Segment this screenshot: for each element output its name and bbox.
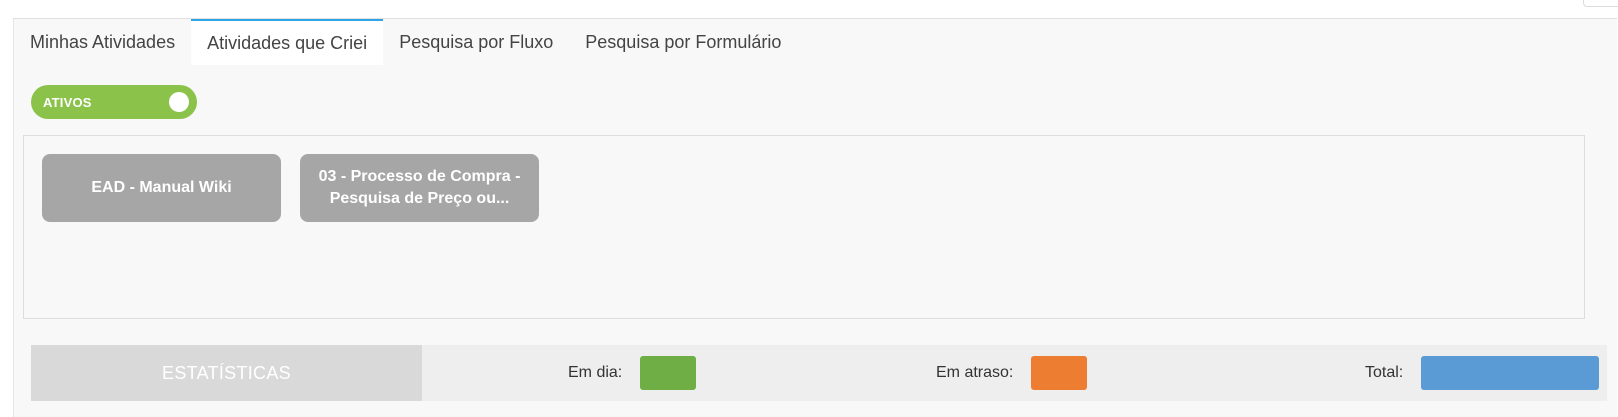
tab-atividades-que-criei[interactable]: Atividades que Criei [191,19,384,65]
statistics-bar: ESTATÍSTICAS Em dia: Em atraso: Total: [31,345,1607,401]
total-label: Total: [1365,364,1404,381]
toggle-knob [169,92,189,112]
tab-bar: Minhas Atividades Atividades que Criei P… [14,19,797,65]
activity-card-title: EAD - Manual Wiki [91,179,232,196]
ativos-toggle[interactable]: ATIVOS [31,85,197,119]
em-dia-indicator [640,356,696,390]
tab-pesquisa-por-formulario[interactable]: Pesquisa por Formulário [569,19,797,65]
activity-card-title: 03 - Processo de Compra - Pesquisa de Pr… [318,168,521,207]
em-atraso-indicator [1031,356,1087,390]
em-dia-label: Em dia: [568,364,623,381]
statistics-title: ESTATÍSTICAS [31,345,422,401]
em-atraso-label: Em atraso: [936,364,1014,381]
activities-panel: EAD - Manual Wiki 03 - Processo de Compr… [23,135,1585,319]
page-container: Minhas Atividades Atividades que Criei P… [13,18,1617,417]
tab-minhas-atividades[interactable]: Minhas Atividades [14,19,191,65]
activity-card[interactable]: EAD - Manual Wiki [42,154,281,222]
toggle-label: ATIVOS [43,95,92,110]
window-corner [1583,0,1618,7]
tab-pesquisa-por-fluxo[interactable]: Pesquisa por Fluxo [383,19,569,65]
activity-card[interactable]: 03 - Processo de Compra - Pesquisa de Pr… [300,154,539,222]
total-indicator [1421,356,1599,390]
